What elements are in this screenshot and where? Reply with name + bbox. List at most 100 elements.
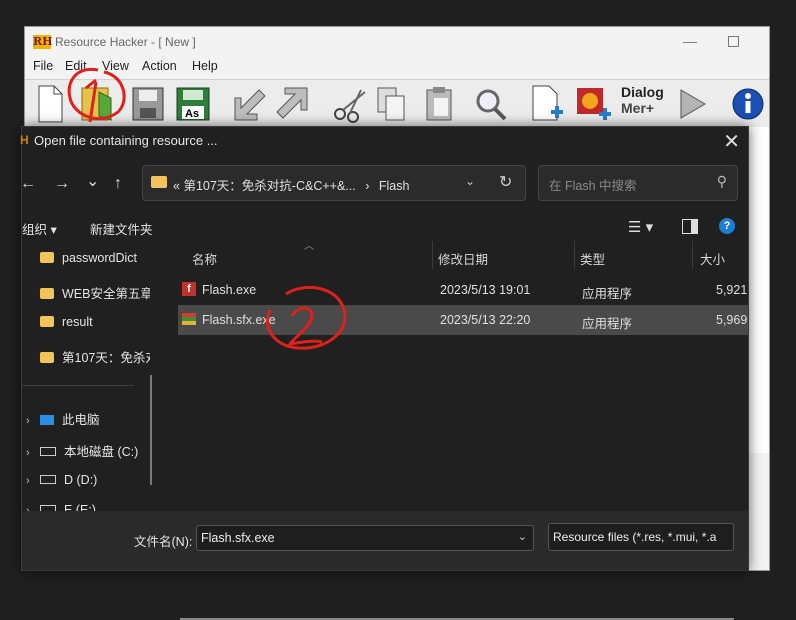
column-divider[interactable] (432, 241, 433, 269)
sidebar-item-label: 第107天：免杀对 (62, 351, 150, 365)
column-header-modified[interactable]: 修改日期 (438, 249, 488, 268)
address-bar[interactable]: « 第107天：免杀对抗-C&C++&... › Flash ⌄ ↻ (142, 165, 526, 201)
breadcrumb-overflow[interactable]: « (173, 179, 180, 193)
minimize-button[interactable]: — (683, 33, 697, 49)
back-arrow-icon[interactable]: ← (20, 175, 36, 193)
save-icon[interactable] (131, 84, 165, 124)
address-dropdown-chevron-icon[interactable]: ⌄ (465, 174, 475, 188)
sidebar-item-drive-c[interactable]: › 本地磁盘 (C:) (22, 441, 150, 460)
add-blank-resource-icon[interactable] (529, 84, 565, 124)
column-header-type[interactable]: 类型 (580, 249, 605, 268)
menu-edit[interactable]: Edit (65, 59, 87, 73)
file-name: Flash.sfx.exe (202, 313, 276, 327)
refresh-icon[interactable]: ↻ (499, 172, 512, 192)
expand-chevron-icon[interactable]: › (26, 447, 40, 459)
sidebar-scrollbar[interactable] (150, 375, 152, 485)
dialog-merge-button[interactable]: Dialog Mer+ (621, 84, 664, 116)
column-divider[interactable] (692, 241, 693, 269)
export-arrow-icon[interactable] (275, 84, 313, 124)
menu-bar: File Edit View Action Help (25, 57, 769, 77)
paste-icon[interactable] (423, 84, 457, 124)
breadcrumb-parent[interactable]: 第107天：免杀对抗-C&C++&... (183, 179, 355, 193)
drive-icon (40, 475, 56, 484)
search-box[interactable]: 在 Flash 中搜索 ⚲ (538, 165, 738, 201)
recent-locations-chevron-icon[interactable]: ⌄ (86, 171, 99, 191)
filename-dropdown-chevron-icon[interactable]: ⌄ (518, 530, 527, 543)
sidebar-item-label: WEB安全第五章 (62, 287, 150, 301)
organize-button[interactable]: 组织 ▾ (22, 219, 57, 238)
dialog-app-icon: H (20, 133, 29, 147)
file-row-flash-sfx-exe[interactable]: Flash.sfx.exe 2023/5/13 22:20 应用程序 5,969 (178, 305, 748, 335)
up-arrow-icon[interactable]: ↑ (114, 175, 122, 193)
file-type: 应用程序 (582, 287, 633, 301)
sort-ascending-icon: ︿ (304, 241, 314, 252)
sidebar-item-this-pc[interactable]: › 此电脑 (22, 409, 150, 428)
run-script-icon[interactable] (675, 84, 709, 124)
sidebar-item-label: 本地磁盘 (C:) (64, 445, 139, 459)
folder-icon (40, 252, 54, 263)
sidebar-item-label: E (E:) (64, 503, 96, 511)
new-folder-button[interactable]: 新建文件夹 (90, 219, 153, 238)
svg-text:As: As (185, 108, 199, 120)
preview-pane-icon[interactable] (682, 219, 698, 234)
forward-arrow-icon[interactable]: → (54, 175, 70, 193)
sidebar-item-label: passwordDict (62, 251, 138, 265)
save-as-icon[interactable]: As (175, 84, 213, 124)
close-icon[interactable]: ✕ (723, 129, 740, 154)
sidebar-item-drive-d[interactable]: › D (D:) (22, 473, 150, 487)
new-file-icon[interactable] (35, 84, 65, 124)
sidebar-item-day107[interactable]: 第107天：免杀对 (22, 347, 150, 366)
column-divider[interactable] (574, 241, 575, 269)
dialog-footer: 文件名(N): Flash.sfx.exe ⌄ Resource files (… (22, 511, 748, 570)
column-header-size[interactable]: 大小 (700, 249, 725, 268)
file-modified: 2023/5/13 22:20 (440, 313, 531, 327)
filename-field[interactable]: Flash.sfx.exe ⌄ (196, 525, 534, 551)
file-size: 5,969 (716, 313, 748, 327)
import-arrow-icon[interactable] (229, 84, 267, 124)
sidebar-item-drive-e[interactable]: › E (E:) (22, 503, 150, 511)
expand-chevron-icon[interactable]: › (26, 475, 40, 487)
file-name: Flash.exe (202, 283, 257, 297)
expand-chevron-icon[interactable]: › (26, 415, 40, 427)
info-icon[interactable] (731, 84, 765, 124)
copy-icon[interactable] (375, 84, 409, 124)
dialog-title: Open file containing resource ... (34, 133, 218, 148)
help-icon[interactable]: ? (719, 218, 735, 234)
file-modified: 2023/5/13 19:01 (440, 283, 531, 297)
sidebar-item-label: result (62, 315, 93, 329)
breadcrumb[interactable]: « 第107天：免杀对抗-C&C++&... › Flash (173, 175, 409, 194)
menu-action[interactable]: Action (142, 59, 177, 73)
maximize-button[interactable] (728, 36, 739, 47)
menu-view[interactable]: View (102, 59, 129, 73)
computer-icon (40, 415, 54, 425)
breadcrumb-separator-icon: › (365, 179, 370, 193)
menu-file[interactable]: File (33, 59, 53, 73)
folder-icon (151, 176, 167, 188)
search-icon: ⚲ (716, 173, 727, 189)
folder-icon (40, 352, 54, 363)
file-row-flash-exe[interactable]: f Flash.exe 2023/5/13 19:01 应用程序 5,921 (178, 275, 748, 305)
open-file-icon[interactable] (77, 84, 117, 124)
window-title: Resource Hacker - [ New ] (55, 35, 196, 49)
filetype-value: Resource files (*.res, *.mui, *.a (553, 530, 717, 544)
add-image-resource-icon[interactable] (575, 84, 613, 124)
sidebar-item-passworddict[interactable]: passwordDict (22, 251, 150, 265)
breadcrumb-current[interactable]: Flash (379, 179, 410, 193)
cut-scissors-icon[interactable] (331, 84, 371, 124)
folder-icon (40, 288, 54, 299)
sidebar-item-web-security[interactable]: WEB安全第五章 (22, 283, 150, 302)
command-bar: 组织 ▾ 新建文件夹 ☰ ▾ ? (22, 215, 748, 239)
app-logo: RH (33, 35, 53, 49)
view-options-icon[interactable]: ☰ ▾ (628, 218, 653, 236)
search-magnifier-icon[interactable] (473, 84, 511, 124)
title-bar: RH Resource Hacker - [ New ] — (25, 27, 769, 57)
merge-label: Mer+ (621, 100, 655, 116)
navigation-bar: ← → ⌄ ↑ « 第107天：免杀对抗-C&C++&... › Flash ⌄… (20, 165, 748, 203)
menu-help[interactable]: Help (192, 59, 218, 73)
search-input[interactable]: 在 Flash 中搜索 (549, 175, 637, 194)
filename-value: Flash.sfx.exe (201, 531, 275, 545)
column-header-name[interactable]: 名称 (192, 249, 217, 268)
sidebar-item-result[interactable]: result (22, 315, 150, 329)
dialog-label: Dialog (621, 84, 664, 100)
filetype-select[interactable]: Resource files (*.res, *.mui, *.a (548, 523, 734, 551)
